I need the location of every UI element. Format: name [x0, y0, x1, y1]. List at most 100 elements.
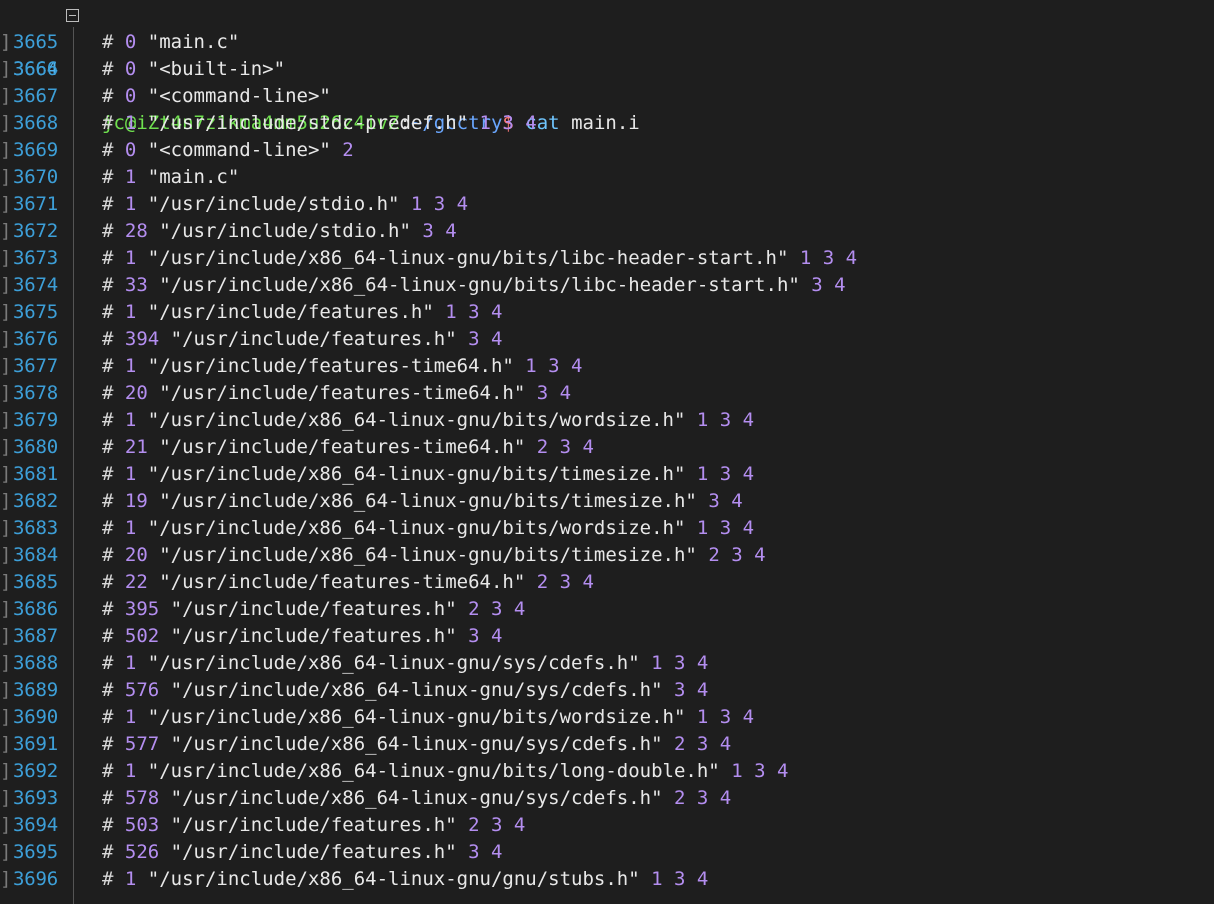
- line-number: 3696: [13, 868, 58, 890]
- linemarker-line-number: 502: [124, 625, 160, 647]
- linemarker-hash: #: [102, 571, 125, 593]
- linemarker-flags: 1 3 4: [696, 409, 755, 431]
- line-code: # 577 "/usr/include/x86_64-linux-gnu/sys…: [102, 731, 731, 758]
- line-number: 3675: [13, 301, 58, 323]
- output-line: ] 3694 # 503 "/usr/include/features.h" 2 3…: [0, 812, 1214, 839]
- output-line: ] 3685 # 22 "/usr/include/features-time64.…: [0, 569, 1214, 596]
- linemarker-line-number: 1: [124, 868, 137, 890]
- line-marker: ]: [0, 760, 12, 782]
- line-marker: ]: [0, 355, 12, 377]
- line-number: 3684: [13, 544, 58, 566]
- line-marker: ]: [0, 490, 12, 512]
- linemarker-line-number: 578: [124, 787, 160, 809]
- linemarker-hash: #: [102, 733, 125, 755]
- line-marker: ]: [0, 463, 12, 485]
- linemarker-line-number: 0: [124, 85, 137, 107]
- linemarker-line-number: 1: [124, 706, 137, 728]
- linemarker-line-number: 0: [124, 58, 137, 80]
- line-code: # 0 "<built-in>": [102, 56, 285, 83]
- linemarker-flags: 1 3 4: [799, 247, 858, 269]
- line-code: # 1 "/usr/include/stdio.h" 1 3 4: [102, 191, 468, 218]
- linemarker-filename: "/usr/include/x86_64-linux-gnu/bits/time…: [147, 463, 686, 485]
- line-number: 3689: [13, 679, 58, 701]
- linemarker-line-number: 395: [124, 598, 160, 620]
- linemarker-line-number: 1: [124, 355, 137, 377]
- linemarker-hash: #: [102, 274, 125, 296]
- line-marker: ]: [0, 841, 12, 863]
- linemarker-line-number: 1: [124, 463, 137, 485]
- output-line: ] 3686 # 395 "/usr/include/features.h" 2 3…: [0, 596, 1214, 623]
- linemarker-hash: #: [102, 247, 125, 269]
- fold-collapse-icon[interactable]: [66, 9, 79, 22]
- line-marker: ]: [0, 814, 12, 836]
- linemarker-line-number: 1: [124, 517, 137, 539]
- prompt-line: ] 3664 jc@iZt4n7z1kma4mm5u26z4ivZ:~/gcct…: [0, 2, 1214, 134]
- output-line: ] 3673 # 1 "/usr/include/x86_64-linux-gnu/…: [0, 245, 1214, 272]
- line-code: # 0 "main.c": [102, 29, 239, 56]
- line-code: # 1 "/usr/include/x86_64-linux-gnu/bits/…: [102, 758, 788, 785]
- output-line: ] 3670 # 1 "main.c": [0, 164, 1214, 191]
- linemarker-line-number: 1: [124, 652, 137, 674]
- linemarker-filename: "/usr/include/x86_64-linux-gnu/bits/word…: [147, 517, 686, 539]
- line-number: 3678: [13, 382, 58, 404]
- linemarker-hash: #: [102, 355, 125, 377]
- output-line: ] 3690 # 1 "/usr/include/x86_64-linux-gnu/…: [0, 704, 1214, 731]
- linemarker-line-number: 20: [124, 544, 148, 566]
- linemarker-flags: 2 3 4: [536, 436, 594, 458]
- linemarker-filename: "/usr/include/features.h": [170, 625, 457, 647]
- line-code: # 394 "/usr/include/features.h" 3 4: [102, 326, 502, 353]
- line-marker: ]: [0, 625, 12, 647]
- linemarker-line-number: 1: [124, 166, 137, 188]
- line-marker: ]: [0, 382, 12, 404]
- linemarker-hash: #: [102, 436, 125, 458]
- line-code: # 20 "/usr/include/features-time64.h" 3 …: [102, 380, 571, 407]
- line-number: 3670: [13, 166, 58, 188]
- linemarker-line-number: 526: [124, 841, 160, 863]
- linemarker-flags: 1 3 4: [651, 652, 709, 674]
- output-line: ] 3669 # 0 "<command-line>" 2: [0, 137, 1214, 164]
- linemarker-hash: #: [102, 760, 125, 782]
- line-code: # 502 "/usr/include/features.h" 3 4: [102, 623, 502, 650]
- linemarker-line-number: 1: [124, 409, 137, 431]
- linemarker-filename: "/usr/include/features-time64.h": [147, 355, 514, 377]
- linemarker-filename: "/usr/include/x86_64-linux-gnu/bits/time…: [159, 544, 697, 566]
- line-marker: ]: [0, 679, 12, 701]
- line-number: 3667: [13, 85, 58, 107]
- linemarker-line-number: 1: [124, 112, 137, 134]
- line-number: 3685: [13, 571, 58, 593]
- terminal-window[interactable]: ] 3664 jc@iZt4n7z1kma4mm5u26z4ivZ:~/gcct…: [0, 0, 1214, 904]
- line-number: 3688: [13, 652, 58, 674]
- linemarker-hash: #: [102, 463, 125, 485]
- line-code: # 1 "/usr/include/features-time64.h" 1 3…: [102, 353, 583, 380]
- line-marker: ]: [0, 652, 12, 674]
- line-number: 3692: [13, 760, 58, 782]
- line-code: # 1 "/usr/include/stdc-predef.h" 1 3 4: [102, 110, 537, 137]
- linemarker-hash: #: [102, 301, 125, 323]
- linemarker-filename: "/usr/include/features.h": [147, 301, 434, 323]
- linemarker-filename: "/usr/include/x86_64-linux-gnu/bits/word…: [147, 706, 686, 728]
- linemarker-filename: "/usr/include/stdio.h": [147, 193, 400, 215]
- line-code: # 1 "/usr/include/x86_64-linux-gnu/bits/…: [102, 515, 754, 542]
- line-code: # 0 "<command-line>" 2: [102, 137, 354, 164]
- linemarker-flags: 1 3 4: [731, 760, 789, 782]
- line-number: 3681: [13, 463, 58, 485]
- linemarker-filename: "/usr/include/features-time64.h": [159, 571, 526, 593]
- line-marker: ]: [0, 58, 12, 80]
- linemarker-hash: #: [102, 31, 125, 53]
- line-code: # 1 "/usr/include/x86_64-linux-gnu/sys/c…: [102, 650, 708, 677]
- linemarker-flags: 2 3 4: [674, 787, 732, 809]
- linemarker-line-number: 19: [124, 490, 148, 512]
- linemarker-filename: "/usr/include/x86_64-linux-gnu/bits/libc…: [147, 247, 789, 269]
- linemarker-line-number: 1: [124, 247, 137, 269]
- linemarker-filename: "/usr/include/x86_64-linux-gnu/bits/long…: [147, 760, 720, 782]
- linemarker-filename: "/usr/include/features.h": [170, 598, 457, 620]
- output-line: ] 3681 # 1 "/usr/include/x86_64-linux-gnu/…: [0, 461, 1214, 488]
- linemarker-flags: 2 3 4: [708, 544, 766, 566]
- line-marker: ]: [0, 544, 12, 566]
- output-line: ] 3679 # 1 "/usr/include/x86_64-linux-gnu/…: [0, 407, 1214, 434]
- linemarker-line-number: 20: [124, 382, 148, 404]
- linemarker-flags: 3 4: [468, 625, 503, 647]
- linemarker-line-number: 1: [124, 301, 137, 323]
- line-number: 3671: [13, 193, 58, 215]
- linemarker-hash: #: [102, 58, 125, 80]
